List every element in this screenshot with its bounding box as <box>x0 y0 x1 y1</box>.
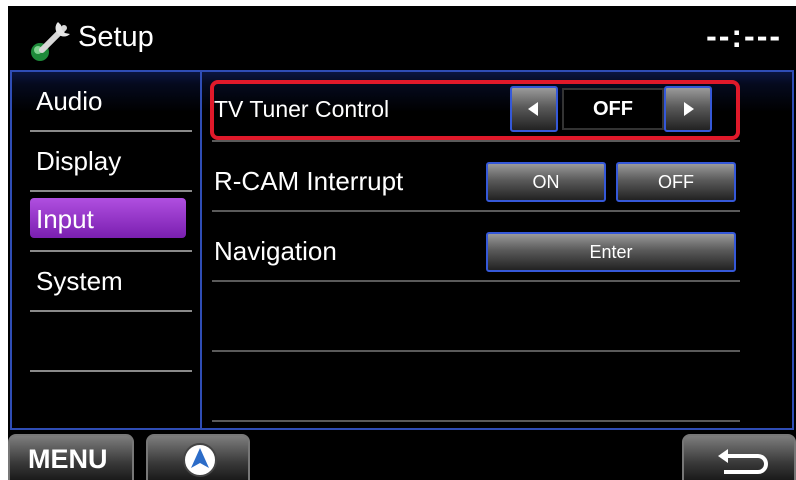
sidebar-item-label: Input <box>36 204 94 234</box>
divider <box>30 250 192 252</box>
sidebar-item-label: System <box>36 266 123 296</box>
clock: --:--- <box>706 18 782 54</box>
rcam-on-button[interactable]: ON <box>486 162 606 202</box>
head-unit-screen: Setup --:--- Audio Display Input System <box>8 6 796 480</box>
wrench-icon <box>31 22 70 61</box>
sidebar-item-empty <box>12 314 196 372</box>
header: Setup --:--- <box>8 6 796 66</box>
divider <box>30 190 192 192</box>
empty-row <box>212 282 740 352</box>
navigation-button[interactable] <box>146 434 250 480</box>
sidebar-item-label: Display <box>36 146 122 176</box>
focus-highlight <box>210 80 740 140</box>
panel-divider <box>200 72 202 428</box>
sidebar-item-input[interactable]: Input <box>12 194 196 252</box>
sidebar-item-empty <box>12 374 196 432</box>
sidebar-item-audio[interactable]: Audio <box>12 74 196 132</box>
sidebar-item-label: Audio <box>36 86 103 116</box>
navigation-label: Navigation <box>214 236 337 266</box>
divider <box>30 370 192 372</box>
settings-panel: Audio Display Input System TV Tuner Cont… <box>10 70 794 432</box>
footer: MENU <box>8 430 796 480</box>
navigation-icon <box>183 443 217 477</box>
rcam-off-button[interactable]: OFF <box>616 162 736 202</box>
page-title: Setup <box>78 21 154 53</box>
return-arrow-icon <box>718 449 768 474</box>
divider <box>212 420 740 422</box>
menu-label: MENU <box>28 444 108 474</box>
navigation-enter-button[interactable]: Enter <box>486 232 736 272</box>
empty-row <box>212 352 740 422</box>
back-button[interactable] <box>682 434 796 480</box>
sidebar-item-system[interactable]: System <box>12 254 196 312</box>
sidebar-item-display[interactable]: Display <box>12 134 196 192</box>
divider <box>30 310 192 312</box>
divider <box>30 130 192 132</box>
menu-button[interactable]: MENU <box>8 434 134 480</box>
rcam-label: R-CAM Interrupt <box>214 166 404 196</box>
